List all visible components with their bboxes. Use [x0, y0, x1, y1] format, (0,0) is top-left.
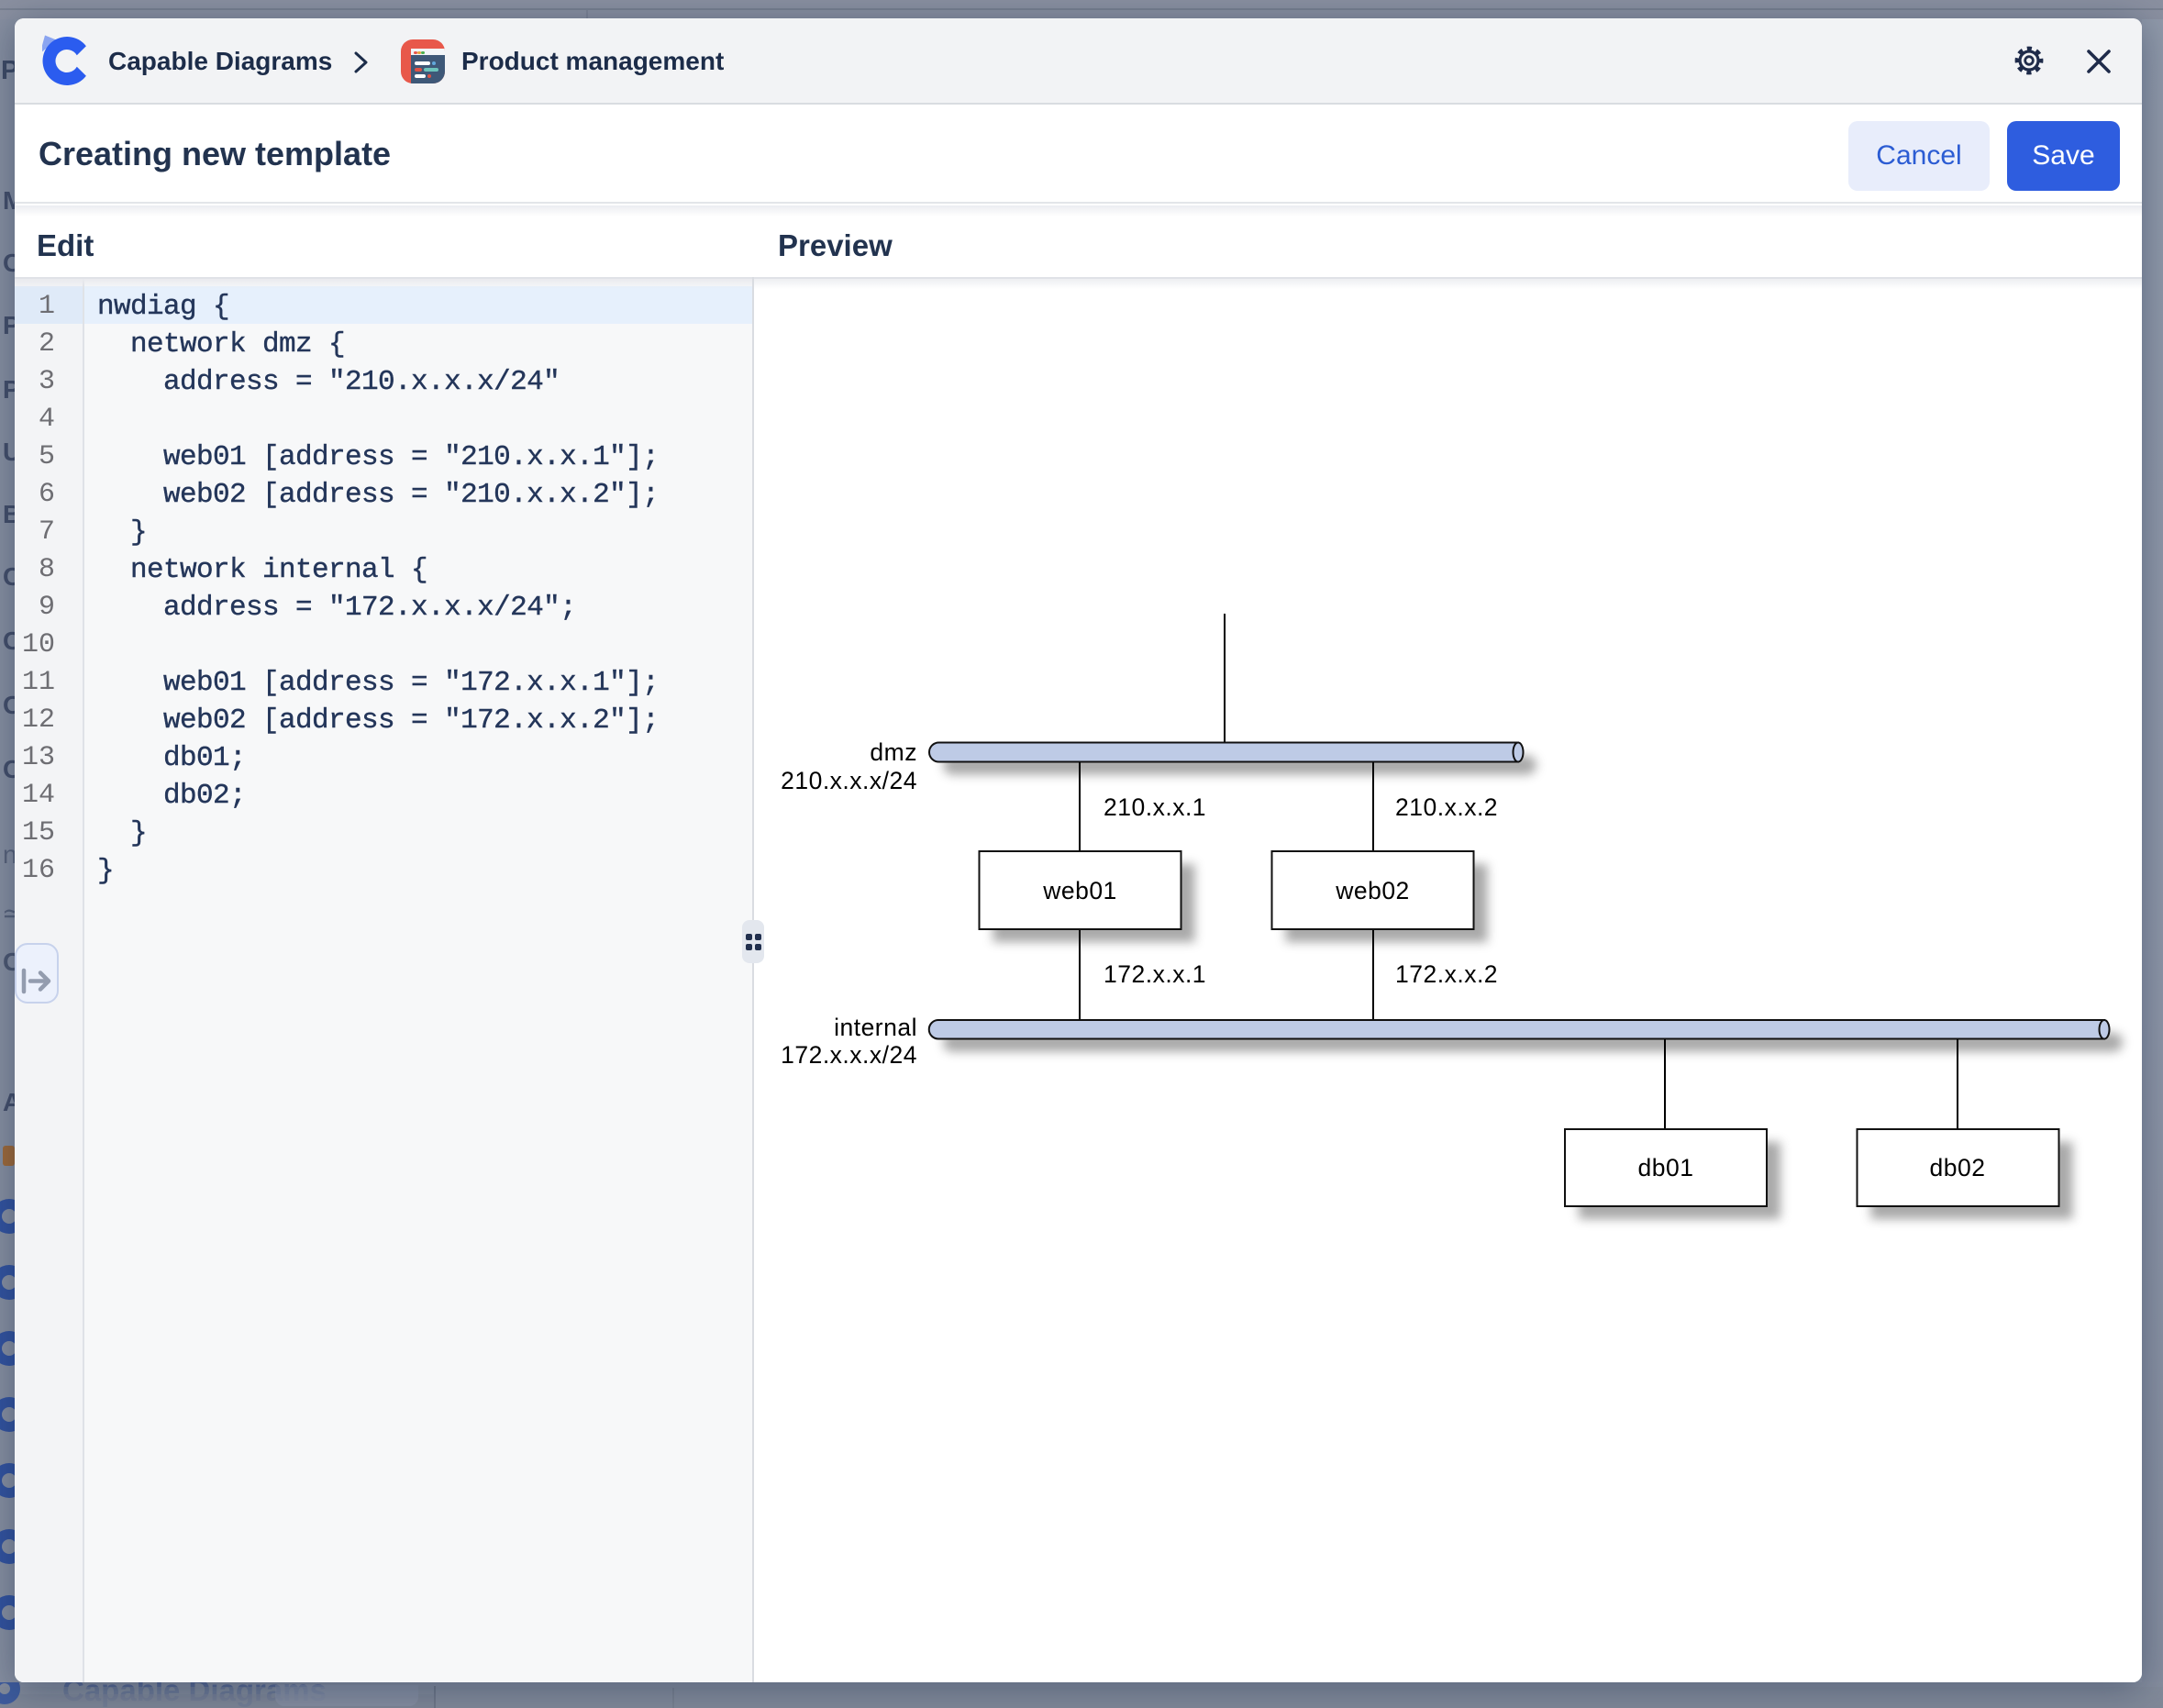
- svg-text:web01: web01: [1042, 877, 1117, 904]
- svg-text:web02: web02: [1335, 877, 1410, 904]
- svg-text:172.x.x.2: 172.x.x.2: [1395, 960, 1498, 988]
- svg-text:172.x.x.x/24: 172.x.x.x/24: [781, 1041, 917, 1069]
- svg-text:210.x.x.1: 210.x.x.1: [1104, 793, 1206, 821]
- svg-text:210.x.x.x/24: 210.x.x.x/24: [781, 767, 917, 794]
- svg-text:210.x.x.2: 210.x.x.2: [1395, 793, 1498, 821]
- svg-text:db01: db01: [1638, 1154, 1694, 1181]
- svg-text:dmz: dmz: [870, 738, 917, 766]
- svg-text:db02: db02: [1930, 1154, 1986, 1181]
- svg-text:internal: internal: [834, 1014, 917, 1041]
- svg-text:172.x.x.1: 172.x.x.1: [1104, 960, 1206, 988]
